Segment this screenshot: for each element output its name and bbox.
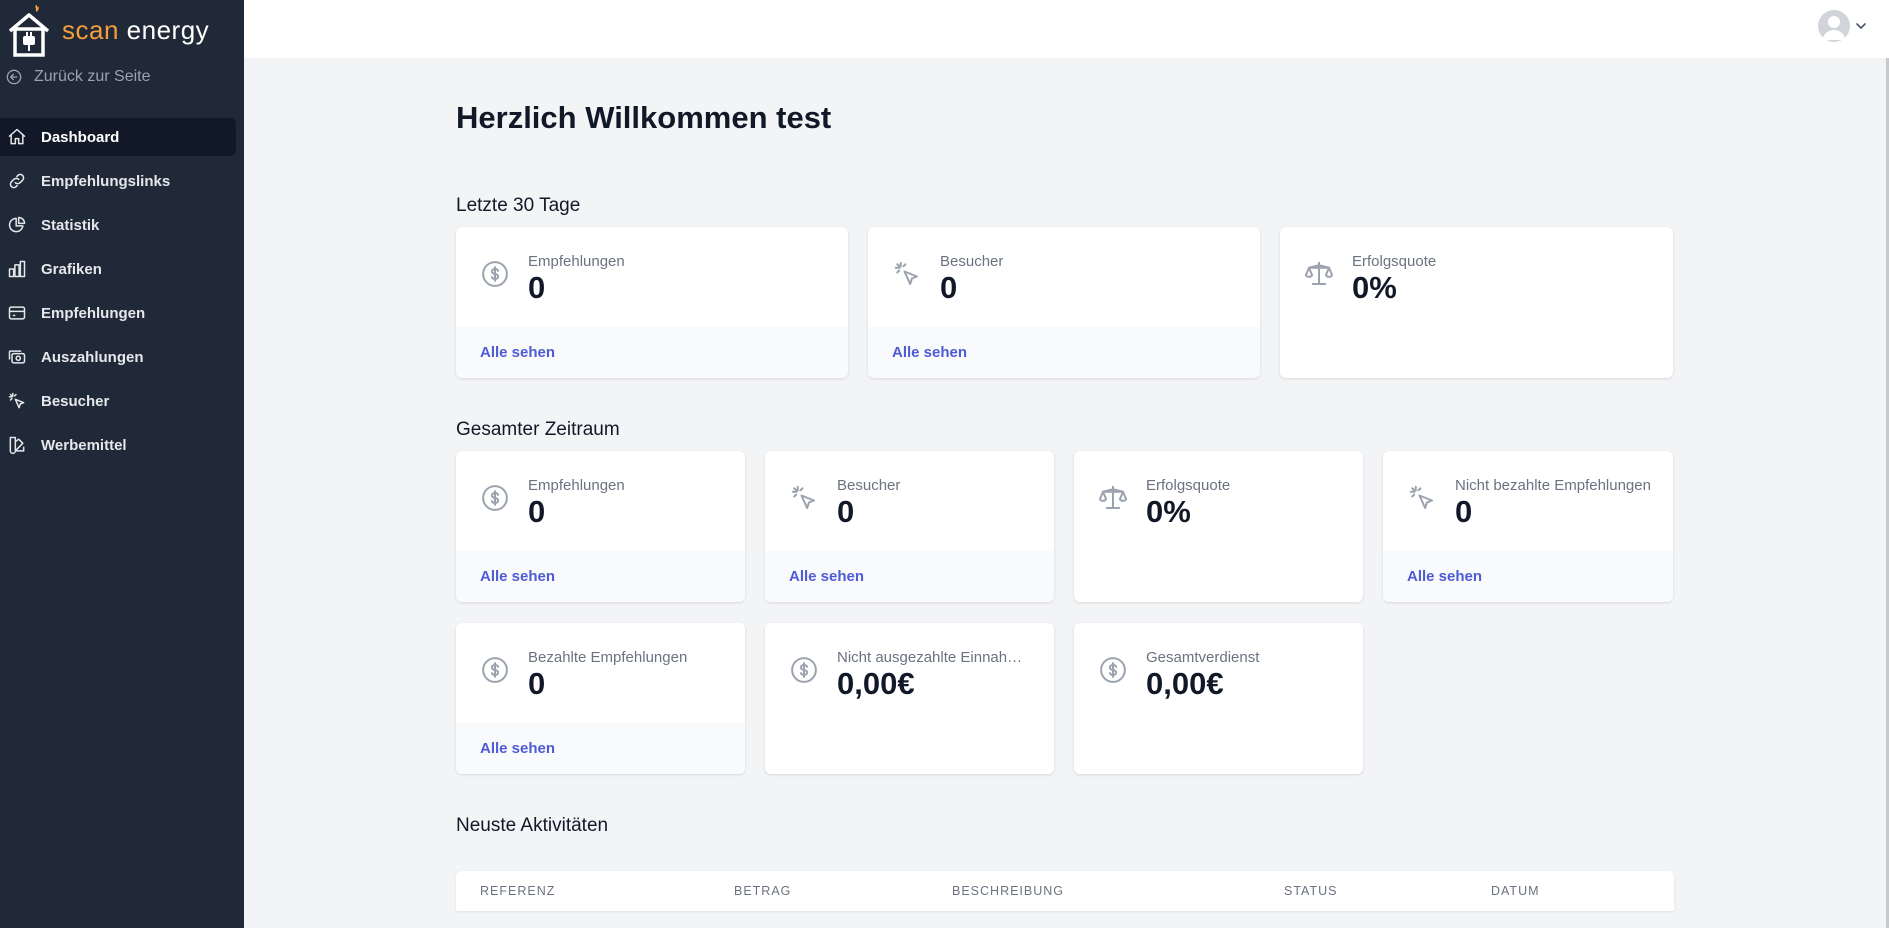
column-header-reference[interactable]: Referenz — [480, 871, 555, 911]
stat-label: Nicht bezahlte Empfehlungen — [1455, 477, 1651, 494]
cursor-click-icon — [894, 261, 918, 285]
section-title-last-30-days: Letzte 30 Tage — [456, 195, 581, 216]
currency-dollar-icon — [482, 657, 508, 683]
credit-card-icon — [8, 306, 26, 320]
sidebar-item-label: Werbemittel — [41, 436, 127, 454]
color-swatch-icon — [9, 436, 25, 455]
home-icon — [8, 128, 26, 145]
section-title-activity: Neuste Aktivitäten — [456, 815, 609, 836]
sidebar-item-empfehlungen[interactable]: Empfehlungen — [0, 294, 236, 332]
sidebar-item-dashboard[interactable]: Dashboard — [0, 118, 236, 156]
see-all-link[interactable]: Alle sehen — [868, 327, 1260, 378]
sidebar-item-label: Besucher — [41, 392, 110, 410]
stat-value: 0 — [940, 270, 958, 305]
column-header-amount[interactable]: Betrag — [734, 871, 791, 911]
sidebar: scan energy Zurück zur Seite Dashboard E… — [0, 0, 244, 928]
sidebar-nav: Dashboard Empfehlungslinks Statistik Gra… — [0, 118, 244, 470]
see-all-link[interactable]: Alle sehen — [456, 551, 745, 602]
page-title: Herzlich Willkommen test — [456, 100, 832, 135]
pie-chart-icon — [8, 216, 26, 233]
arrow-circle-left-icon — [6, 69, 22, 85]
stat-card-total-referrals: Empfehlungen 0 Alle sehen — [456, 451, 745, 602]
see-all-link[interactable]: Alle sehen — [456, 723, 745, 774]
currency-dollar-icon — [1100, 657, 1126, 683]
link-icon — [9, 173, 25, 189]
sidebar-item-label: Auszahlungen — [41, 348, 144, 366]
stat-card-total-visitors: Besucher 0 Alle sehen — [765, 451, 1054, 602]
currency-dollar-icon — [482, 261, 508, 287]
sidebar-item-label: Dashboard — [41, 128, 120, 146]
back-to-site-label: Zurück zur Seite — [34, 68, 151, 85]
cash-icon — [8, 350, 26, 364]
stat-label: Empfehlungen — [528, 253, 625, 270]
sidebar-item-label: Statistik — [41, 216, 100, 234]
stat-value: 0,00€ — [837, 666, 915, 701]
stat-card-last30-success-rate: Erfolgsquote 0% — [1280, 227, 1673, 378]
user-menu-button[interactable] — [1818, 10, 1867, 42]
see-all-link[interactable]: Alle sehen — [1383, 551, 1673, 602]
sidebar-item-besucher[interactable]: Besucher — [0, 382, 236, 420]
stat-label: Empfehlungen — [528, 477, 625, 494]
sidebar-item-label: Empfehlungslinks — [41, 172, 171, 190]
sidebar-item-label: Grafiken — [41, 260, 102, 278]
column-header-description[interactable]: Beschreibung — [952, 871, 1064, 911]
stat-value: 0% — [1352, 270, 1397, 305]
sidebar-item-werbemittel[interactable]: Werbemittel — [0, 426, 236, 464]
stat-value: 0 — [528, 666, 546, 701]
stat-card-total-unpaid-earnings: Nicht ausgezahlte Einnahmen 0,00€ — [765, 623, 1054, 774]
stat-label: Besucher — [837, 477, 901, 494]
sidebar-item-empfehlungslinks[interactable]: Empfehlungslinks — [0, 162, 236, 200]
brand-logo[interactable]: scan energy — [6, 2, 209, 58]
chevron-down-icon — [1856, 23, 1866, 30]
activity-table: Referenz Betrag Beschreibung Status Datu… — [456, 871, 1674, 911]
scale-icon — [1304, 261, 1334, 285]
stat-label: Gesamtverdienst — [1146, 649, 1260, 666]
house-plug-icon — [8, 4, 50, 57]
stat-card-total-paid-referrals: Bezahlte Empfehlungen 0 Alle sehen — [456, 623, 745, 774]
see-all-link[interactable]: Alle sehen — [765, 551, 1054, 602]
section-title-total: Gesamter Zeitraum — [456, 419, 620, 440]
cursor-click-icon — [791, 485, 815, 509]
sidebar-item-auszahlungen[interactable]: Auszahlungen — [0, 338, 236, 376]
brand-name-part2: energy — [126, 14, 210, 45]
stat-label: Erfolgsquote — [1146, 477, 1231, 494]
sidebar-item-grafiken[interactable]: Grafiken — [0, 250, 236, 288]
stat-value: 0 — [528, 270, 546, 305]
stat-value: 0 — [1455, 494, 1473, 529]
stat-value: 0% — [1146, 494, 1191, 529]
bar-chart-icon — [8, 260, 26, 278]
stat-value: 0,00€ — [1146, 666, 1224, 701]
stat-card-last30-referrals: Empfehlungen 0 Alle sehen — [456, 227, 848, 378]
scale-icon — [1098, 485, 1128, 509]
stat-label: Erfolgsquote — [1352, 253, 1437, 270]
user-icon — [1822, 16, 1846, 40]
cursor-click-icon — [1409, 485, 1433, 509]
column-header-status[interactable]: Status — [1284, 871, 1337, 911]
brand-name: scan energy — [62, 15, 209, 46]
back-to-site-link[interactable]: Zurück zur Seite — [6, 68, 150, 86]
stat-card-total-success-rate: Erfolgsquote 0% — [1074, 451, 1363, 602]
stat-card-total-unpaid-referrals: Nicht bezahlte Empfehlungen 0 Alle sehen — [1383, 451, 1673, 602]
see-all-link[interactable]: Alle sehen — [456, 327, 848, 378]
stat-value: 0 — [837, 494, 855, 529]
cursor-click-icon — [8, 392, 25, 409]
currency-dollar-icon — [482, 485, 508, 511]
stat-value: 0 — [528, 494, 546, 529]
sidebar-item-statistik[interactable]: Statistik — [0, 206, 236, 244]
stat-label: Nicht ausgezahlte Einnahmen — [837, 649, 1027, 666]
stat-label: Bezahlte Empfehlungen — [528, 649, 688, 666]
stat-label: Besucher — [940, 253, 1004, 270]
stat-card-last30-visitors: Besucher 0 Alle sehen — [868, 227, 1260, 378]
column-header-date[interactable]: Datum — [1491, 871, 1540, 911]
avatar — [1818, 10, 1850, 42]
stat-card-total-earnings: Gesamtverdienst 0,00€ — [1074, 623, 1363, 774]
brand-name-part1: scan — [62, 14, 127, 45]
sidebar-item-label: Empfehlungen — [41, 304, 146, 322]
top-bar — [244, 0, 1889, 58]
currency-dollar-icon — [791, 657, 817, 683]
